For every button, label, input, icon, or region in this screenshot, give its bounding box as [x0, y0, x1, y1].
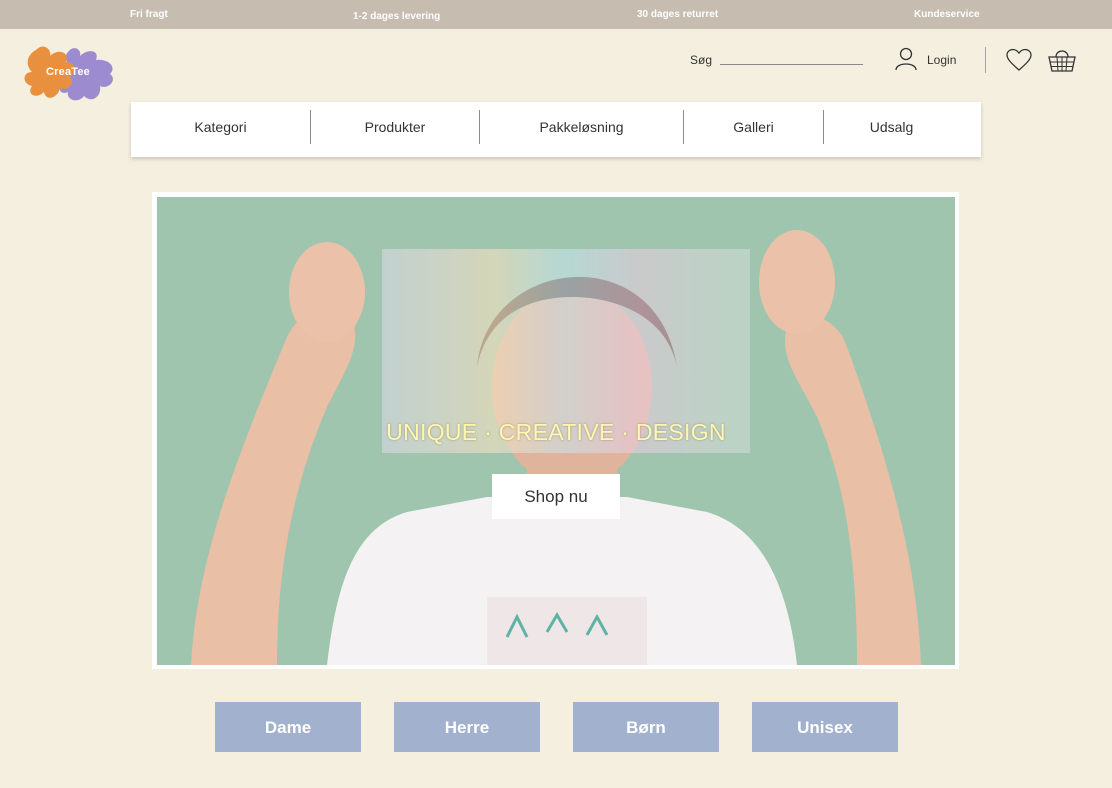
- hero-image: UNIQUE · CREATIVE · DESIGN Shop nu: [157, 197, 955, 665]
- returns-text: 30 dages returret: [637, 9, 719, 20]
- delivery-text: 1-2 dages levering: [353, 11, 441, 22]
- hero-tagline: UNIQUE · CREATIVE · DESIGN: [386, 419, 726, 445]
- category-herre-button[interactable]: Herre: [394, 702, 540, 752]
- createe-logo[interactable]: CreaTee: [22, 44, 118, 104]
- main-nav: Kategori Produkter Pakkeløsning Galleri …: [131, 102, 981, 157]
- nav-item-udsalg[interactable]: Udsalg: [824, 102, 959, 157]
- free-shipping-text: Fri fragt: [130, 9, 168, 20]
- search-label: Søg: [690, 53, 713, 67]
- category-dame-button[interactable]: Dame: [215, 702, 361, 752]
- login-label: Login: [927, 53, 957, 67]
- logo-text: CreaTee: [46, 66, 90, 78]
- heart-icon[interactable]: [1005, 48, 1033, 72]
- search-input[interactable]: [720, 48, 863, 65]
- basket-icon[interactable]: [1047, 47, 1077, 73]
- nav-item-pakkeloesning[interactable]: Pakkeløsning: [480, 102, 683, 157]
- nav-item-kategori[interactable]: Kategori: [131, 102, 310, 157]
- user-icon: [895, 47, 917, 71]
- nav-item-produkter[interactable]: Produkter: [311, 102, 479, 157]
- top-info-bar: Fri fragt 1-2 dages levering 30 dages re…: [0, 0, 1112, 29]
- customer-service-link[interactable]: Kundeservice: [914, 9, 980, 20]
- hero-banner: UNIQUE · CREATIVE · DESIGN Shop nu: [152, 192, 959, 669]
- shop-now-button[interactable]: Shop nu: [492, 474, 620, 519]
- nav-item-galleri[interactable]: Galleri: [684, 102, 823, 157]
- category-boern-button[interactable]: Børn: [573, 702, 719, 752]
- header-divider: [985, 47, 986, 73]
- category-unisex-button[interactable]: Unisex: [752, 702, 898, 752]
